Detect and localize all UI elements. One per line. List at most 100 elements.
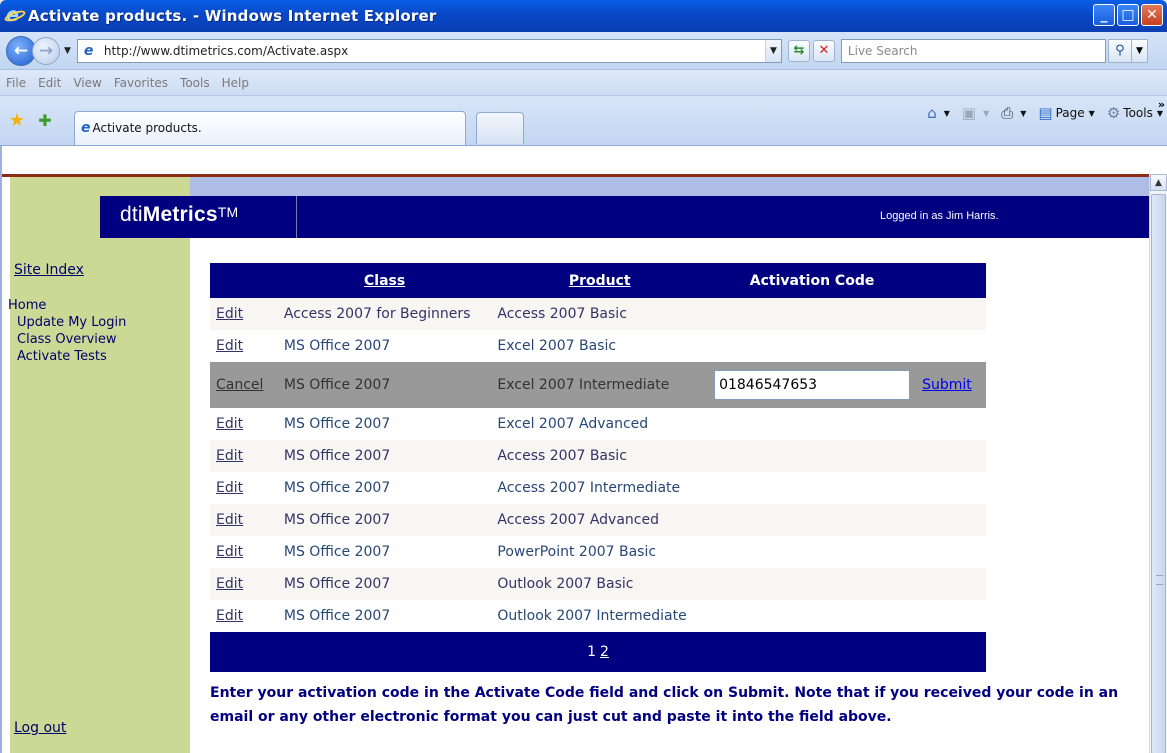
sidebar-item-update-login[interactable]: Update My Login xyxy=(8,314,126,331)
url-text[interactable]: http://www.dtimetrics.com/Activate.aspx xyxy=(104,44,765,58)
refresh-icon: ⇆ xyxy=(793,43,805,58)
stop-icon: ✕ xyxy=(818,43,830,58)
edit-link[interactable]: Edit xyxy=(216,416,243,432)
product-cell: Excel 2007 Advanced xyxy=(497,416,649,432)
edit-link[interactable]: Edit xyxy=(216,338,243,354)
site-index-link[interactable]: Site Index xyxy=(14,262,84,278)
class-sort-link[interactable]: Class xyxy=(364,273,405,289)
site-banner: dtiMetricsTM Logged in as Jim Harris. xyxy=(100,196,1151,238)
page-menu-button[interactable]: ▤ Page ▼ xyxy=(1038,104,1094,122)
table-row: Edit MS Office 2007 Access 2007 Intermed… xyxy=(210,472,986,504)
feeds-button[interactable]: ▣ ▼ xyxy=(962,104,989,122)
table-row-editing: Cancel MS Office 2007 Excel 2007 Interme… xyxy=(210,362,986,408)
class-cell: MS Office 2007 xyxy=(283,416,391,432)
page-menu-icon: ▤ xyxy=(1038,104,1053,122)
table-row: Edit MS Office 2007 Excel 2007 Basic xyxy=(210,330,986,362)
product-cell: Excel 2007 Basic xyxy=(497,338,617,354)
logout-link[interactable]: Log out xyxy=(14,720,66,736)
product-cell: Access 2007 Intermediate xyxy=(497,480,681,496)
home-dropdown-icon[interactable]: ▼ xyxy=(944,109,950,118)
stop-button[interactable]: ✕ xyxy=(812,39,835,62)
menu-tools[interactable]: Tools xyxy=(180,76,210,90)
menu-help[interactable]: Help xyxy=(222,76,249,90)
home-button[interactable]: ⌂ ▼ xyxy=(927,104,950,122)
search-options-dropdown[interactable]: ▼ xyxy=(1131,38,1148,63)
tools-menu-label: Tools xyxy=(1123,106,1153,120)
history-dropdown-icon[interactable]: ▼ xyxy=(64,46,71,56)
tab-title: Activate products. xyxy=(92,121,202,135)
forward-button[interactable]: → xyxy=(32,36,60,65)
add-favorites-icon[interactable]: ✚ xyxy=(34,110,56,132)
table-row: Edit MS Office 2007 Outlook 2007 Interme… xyxy=(210,600,986,632)
edit-link[interactable]: Edit xyxy=(216,306,243,322)
instructions-text: Enter your activation code in the Activa… xyxy=(210,685,1119,725)
activation-code-header: Activation Code xyxy=(749,272,875,289)
more-chevron-icon[interactable]: » xyxy=(1158,98,1165,111)
address-dropdown-icon[interactable]: ▼ xyxy=(764,39,781,62)
class-cell: MS Office 2007 xyxy=(283,377,391,393)
vertical-scrollbar[interactable]: ▲ xyxy=(1149,174,1167,753)
class-cell: MS Office 2007 xyxy=(283,448,391,464)
close-button[interactable]: ✕ xyxy=(1141,4,1163,26)
edit-link[interactable]: Edit xyxy=(216,512,243,528)
search-input[interactable]: Live Search xyxy=(840,38,1106,63)
new-tab-button[interactable] xyxy=(476,111,524,144)
maximize-button[interactable]: □ xyxy=(1117,4,1139,26)
table-row: Edit MS Office 2007 Excel 2007 Advanced xyxy=(210,408,986,440)
search-button[interactable]: ⚲ xyxy=(1107,38,1132,63)
class-cell: Access 2007 for Beginners xyxy=(283,306,471,322)
ie-logo-icon: e xyxy=(3,4,27,26)
print-dropdown-icon[interactable]: ▼ xyxy=(1020,109,1026,118)
class-cell: MS Office 2007 xyxy=(283,608,391,624)
tab-activate-products[interactable]: e Activate products. xyxy=(74,110,466,145)
feed-icon: ▣ xyxy=(961,104,977,122)
class-cell: MS Office 2007 xyxy=(283,480,391,496)
print-button[interactable]: ⎙ ▼ xyxy=(1001,104,1026,122)
tools-menu-button[interactable]: ⚙ Tools ▼ xyxy=(1107,104,1163,122)
edit-link[interactable]: Edit xyxy=(216,480,243,496)
logo-bold: Metrics xyxy=(142,203,218,226)
logo-tm: TM xyxy=(217,204,239,220)
cancel-link[interactable]: Cancel xyxy=(216,377,263,393)
menu-view[interactable]: View xyxy=(73,76,101,90)
tab-bar: ★ ✚ e Activate products. ⌂ ▼ ▣ ▼ ⎙ ▼ ▤ Page ▼… xyxy=(0,96,1167,146)
pager-page-2-link[interactable]: 2 xyxy=(600,644,609,660)
table-row: Edit Access 2007 for Beginners Access 20… xyxy=(210,298,986,330)
window-title-bar: e Activate products. - Windows Internet … xyxy=(0,0,1167,32)
logged-in-status: Logged in as Jim Harris. xyxy=(880,210,999,222)
page-icon: e xyxy=(83,42,94,59)
product-cell: Outlook 2007 Basic xyxy=(497,576,634,592)
sidebar-item-home[interactable]: Home xyxy=(8,297,126,314)
submit-link[interactable]: Submit xyxy=(922,377,972,393)
edit-link[interactable]: Edit xyxy=(216,608,243,624)
menu-edit[interactable]: Edit xyxy=(38,76,61,90)
class-cell: MS Office 2007 xyxy=(283,544,391,560)
activation-code-input[interactable] xyxy=(714,370,911,400)
feeds-dropdown-icon[interactable]: ▼ xyxy=(983,109,989,118)
command-bar: ⌂ ▼ ▣ ▼ ⎙ ▼ ▤ Page ▼ ⚙ Tools ▼ xyxy=(915,104,1163,122)
menu-favorites[interactable]: Favorites xyxy=(114,76,168,90)
table-row: Edit MS Office 2007 Access 2007 Basic xyxy=(210,440,986,472)
minimize-button[interactable]: _ xyxy=(1093,4,1115,26)
scroll-thumb[interactable] xyxy=(1151,194,1166,753)
table-row: Edit MS Office 2007 Outlook 2007 Basic xyxy=(210,568,986,600)
sidebar-item-class-overview[interactable]: Class Overview xyxy=(8,331,126,348)
product-cell: Excel 2007 Intermediate xyxy=(497,377,670,393)
menu-file[interactable]: File xyxy=(6,76,26,90)
favorites-star-icon[interactable]: ★ xyxy=(6,110,28,132)
activation-grid: Class Product Activation Code Edit Acces… xyxy=(210,263,986,672)
banner-divider xyxy=(296,196,297,238)
scroll-grip xyxy=(1156,575,1163,585)
table-row: Edit MS Office 2007 Access 2007 Advanced xyxy=(210,504,986,536)
edit-link[interactable]: Edit xyxy=(216,544,243,560)
sidebar-item-activate-tests[interactable]: Activate Tests xyxy=(8,348,126,365)
home-icon: ⌂ xyxy=(927,104,937,122)
class-cell: MS Office 2007 xyxy=(283,576,391,592)
pager-row: 12 xyxy=(210,632,986,672)
product-sort-link[interactable]: Product xyxy=(569,273,631,289)
edit-link[interactable]: Edit xyxy=(216,576,243,592)
edit-link[interactable]: Edit xyxy=(216,448,243,464)
scroll-up-button[interactable]: ▲ xyxy=(1150,174,1167,191)
address-field[interactable]: e http://www.dtimetrics.com/Activate.asp… xyxy=(76,38,782,63)
refresh-button[interactable]: ⇆ xyxy=(787,39,810,62)
